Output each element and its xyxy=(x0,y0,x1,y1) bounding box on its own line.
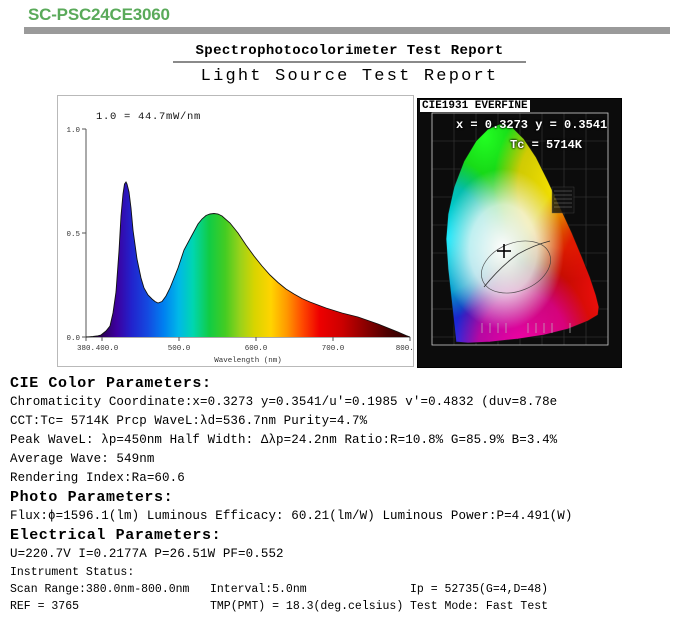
charts-row: 1.0 0.5 0.0 380. 400.0 500.0 600.0 700.0… xyxy=(0,95,699,375)
spectral-x-axis-label: Wavelength (nm) xyxy=(214,357,282,365)
rendering-index-line: Rendering Index:Ra=60.6 xyxy=(10,471,185,485)
cie-chromaticity-panel: CIE1931 EVERFINE x = 0.3273 y = 0.3541 T… xyxy=(417,98,622,368)
spectral-x-tick-label-380: 380. xyxy=(77,345,95,353)
report-body: CIE Color Parameters: Chromaticity Coord… xyxy=(10,374,699,615)
spectral-x-tick-label-500: 500.0 xyxy=(168,345,191,353)
spectral-x-tick-label-400: 400.0 xyxy=(96,345,119,353)
flux-line: Flux:ϕ=1596.1(lm) Luminous Efficacy: 60.… xyxy=(10,509,573,523)
spectral-x-tick-label-700: 700.0 xyxy=(322,345,345,353)
electrical-parameters-heading: Electrical Parameters: xyxy=(10,527,222,544)
electrical-line: U=220.7V I=0.2177A P=26.51W PF=0.552 xyxy=(10,547,284,561)
ref-value: REF = 3765 xyxy=(10,600,80,613)
report-subtitle: Light Source Test Report xyxy=(200,67,499,86)
cie-inset-legend xyxy=(551,186,575,214)
spectral-x-tick-label-800: 800.0 xyxy=(396,345,413,353)
average-wave-line: Average Wave: 549nm xyxy=(10,452,155,466)
instrument-status-row-2: REF = 3765 TMP(PMT) = 18.3(deg.celsius) … xyxy=(10,598,699,615)
test-mode-value: Test Mode: Fast Test xyxy=(410,600,549,613)
cie-parameters-heading: CIE Color Parameters: xyxy=(10,375,212,392)
report-title: Spectrophotocolorimeter Test Report xyxy=(173,43,526,63)
spectral-scale-annotation: 1.0 = 44.7mW/nm xyxy=(96,111,201,123)
spectral-x-tick-label-600: 600.0 xyxy=(245,345,268,353)
cie-xy-readout: x = 0.3273 y = 0.3541 xyxy=(456,118,608,132)
chromaticity-coordinate-line: Chromaticity Coordinate:x=0.3273 y=0.354… xyxy=(10,395,558,409)
cct-line: CCT:Tc= 5714K Prcp WaveL:λd=536.7nm Puri… xyxy=(10,414,368,428)
scan-range-value: Scan Range:380.0nm-800.0nm xyxy=(10,583,190,596)
header-divider xyxy=(24,27,670,34)
ip-value: Ip = 52735(G=4,D=48) xyxy=(410,583,549,596)
report-title-container: Spectrophotocolorimeter Test Report xyxy=(0,41,699,63)
spectral-power-distribution-chart: 1.0 0.5 0.0 380. 400.0 500.0 600.0 700.0… xyxy=(66,111,413,365)
interval-value: Interval:5.0nm xyxy=(210,583,307,596)
product-code: SC-PSC24CE3060 xyxy=(28,5,170,24)
tmp-value: TMP(PMT) = 18.3(deg.celsius) xyxy=(210,600,404,613)
cie-tc-readout: Tc = 5714K xyxy=(510,138,583,152)
spectral-y-tick-label-05: 0.5 xyxy=(66,231,80,239)
spectral-curve-fill xyxy=(86,182,410,337)
cie-diagram-title: CIE1931 EVERFINE xyxy=(420,100,530,112)
spectral-y-tick-label-0: 0.0 xyxy=(66,335,80,343)
spectral-y-tick-label-1: 1.0 xyxy=(66,127,80,135)
photo-parameters-heading: Photo Parameters: xyxy=(10,489,174,506)
spectral-chart-panel: 1.0 0.5 0.0 380. 400.0 500.0 600.0 700.0… xyxy=(57,95,414,367)
instrument-status-row-1: Scan Range:380.0nm-800.0nm Interval:5.0n… xyxy=(10,581,699,598)
peak-wavelength-line: Peak WaveL: λp=450nm Half Width: Δλp=24.… xyxy=(10,433,558,447)
instrument-status-heading: Instrument Status: xyxy=(10,566,135,579)
